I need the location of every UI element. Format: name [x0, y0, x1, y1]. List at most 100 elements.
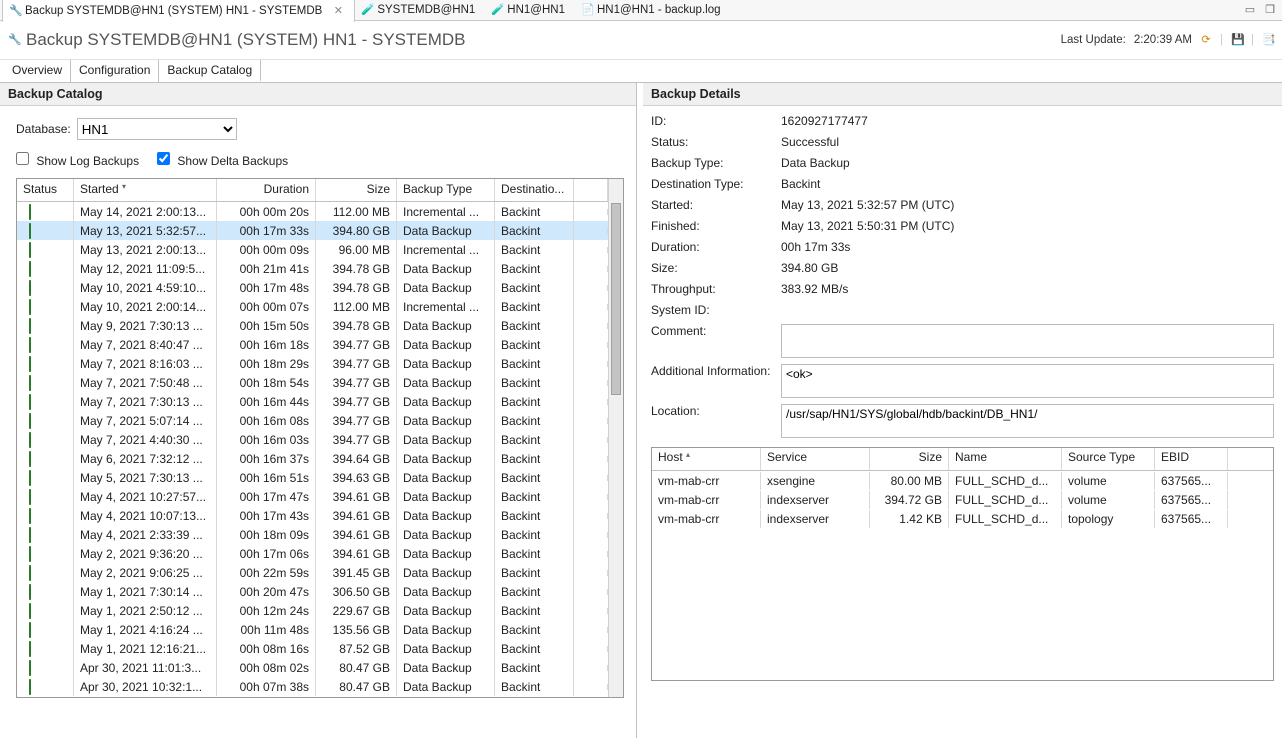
table-row[interactable]: May 7, 2021 7:50:48 ...00h 18m 54s394.77…	[17, 373, 608, 392]
table-row[interactable]: May 7, 2021 7:30:13 ...00h 16m 44s394.77…	[17, 392, 608, 411]
status-dot-icon	[29, 584, 31, 600]
db-label: Database:	[16, 122, 71, 136]
sub-tab[interactable]: Configuration	[71, 60, 159, 82]
table-row[interactable]: vm-mab-crrindexserver394.72 GBFULL_SCHD_…	[652, 490, 1273, 509]
table-row[interactable]: May 7, 2021 4:40:30 ...00h 16m 03s394.77…	[17, 430, 608, 449]
sub-tab[interactable]: Overview	[4, 60, 71, 82]
col-type[interactable]: Backup Type	[397, 179, 495, 201]
table-row[interactable]: May 5, 2021 7:30:13 ...00h 16m 51s394.63…	[17, 468, 608, 487]
maximize-icon[interactable]: ❐	[1264, 4, 1276, 16]
tab-icon: 📄	[581, 4, 593, 16]
status-dot-icon	[29, 451, 31, 467]
table-row[interactable]: May 7, 2021 8:40:47 ...00h 16m 18s394.77…	[17, 335, 608, 354]
last-update-label: Last Update:	[1061, 34, 1126, 46]
status-dot-icon	[29, 375, 31, 391]
fin-value: May 13, 2021 5:50:31 PM (UTC)	[781, 219, 1274, 233]
status-dot-icon	[29, 565, 31, 581]
table-row[interactable]: May 10, 2021 2:00:14...00h 00m 07s112.00…	[17, 297, 608, 316]
catalog-scrollbar[interactable]	[608, 179, 623, 697]
table-row[interactable]: May 7, 2021 8:16:03 ...00h 18m 29s394.77…	[17, 354, 608, 373]
minimize-icon[interactable]: ▭	[1244, 4, 1256, 16]
col-destination[interactable]: Destinatio...	[495, 179, 574, 201]
table-row[interactable]: vm-mab-crrxsengine80.00 MBFULL_SCHD_d...…	[652, 471, 1273, 490]
status-dot-icon	[29, 394, 31, 410]
size-label: Size:	[651, 261, 781, 275]
status-dot-icon	[29, 603, 31, 619]
sub-tab[interactable]: Backup Catalog	[159, 60, 261, 82]
tab-icon: 🧪	[491, 4, 503, 16]
start-value: May 13, 2021 5:32:57 PM (UTC)	[781, 198, 1274, 212]
status-dot-icon	[29, 261, 31, 277]
svc-col-service[interactable]: Service	[761, 448, 870, 470]
refresh-icon[interactable]: ⟳	[1200, 34, 1212, 46]
editor-tab[interactable]: 🧪HN1@HN1	[485, 0, 575, 21]
dur-value: 00h 17m 33s	[781, 240, 1274, 254]
status-dot-icon	[29, 527, 31, 543]
status-dot-icon	[29, 280, 31, 296]
catalog-grid[interactable]: Status Started ▾ Duration Size Backup Ty…	[16, 178, 624, 698]
editor-tab[interactable]: 🔧Backup SYSTEMDB@HN1 (SYSTEM) HN1 - SYST…	[2, 0, 355, 22]
table-row[interactable]: May 2, 2021 9:06:25 ...00h 22m 59s391.45…	[17, 563, 608, 582]
editor-tab-bar: 🔧Backup SYSTEMDB@HN1 (SYSTEM) HN1 - SYST…	[0, 0, 1282, 21]
service-grid[interactable]: Host ▴ Service Size Name Source Type EBI…	[651, 447, 1274, 681]
table-row[interactable]: Apr 30, 2021 10:32:1...00h 07m 38s80.47 …	[17, 677, 608, 696]
save-icon[interactable]: 💾	[1231, 34, 1243, 46]
show-log-checkbox[interactable]: Show Log Backups	[16, 152, 139, 168]
loc-label: Location:	[651, 404, 781, 418]
fin-label: Finished:	[651, 219, 781, 233]
table-row[interactable]: May 1, 2021 4:16:24 ...00h 11m 48s135.56…	[17, 620, 608, 639]
col-started[interactable]: Started ▾	[74, 179, 217, 201]
table-row[interactable]: May 7, 2021 5:07:14 ...00h 16m 08s394.77…	[17, 411, 608, 430]
thr-label: Throughput:	[651, 282, 781, 296]
col-status[interactable]: Status	[17, 179, 74, 201]
details-header: Backup Details	[643, 83, 1282, 106]
status-dot-icon	[29, 622, 31, 638]
svc-col-name[interactable]: Name	[949, 448, 1062, 470]
table-row[interactable]: May 4, 2021 10:07:13...00h 17m 43s394.61…	[17, 506, 608, 525]
backup-icon: 🔧	[8, 34, 20, 46]
type-value: Data Backup	[781, 156, 1274, 170]
editor-tab[interactable]: 🧪SYSTEMDB@HN1	[355, 0, 485, 21]
status-dot-icon	[29, 337, 31, 353]
props-icon[interactable]: 📑	[1262, 34, 1274, 46]
status-dot-icon	[29, 546, 31, 562]
table-row[interactable]: May 1, 2021 2:50:12 ...00h 12m 24s229.67…	[17, 601, 608, 620]
table-row[interactable]: May 13, 2021 5:32:57...00h 17m 33s394.80…	[17, 221, 608, 240]
status-dot-icon	[29, 660, 31, 676]
status-dot-icon	[29, 432, 31, 448]
catalog-header: Backup Catalog	[0, 83, 636, 106]
table-row[interactable]: Apr 30, 2021 11:01:3...00h 08m 02s80.47 …	[17, 658, 608, 677]
database-select[interactable]: HN1	[77, 118, 237, 140]
col-spare	[574, 179, 608, 201]
location-field[interactable]	[781, 404, 1274, 438]
col-size[interactable]: Size	[316, 179, 397, 201]
svc-col-size[interactable]: Size	[870, 448, 949, 470]
svc-col-host[interactable]: Host ▴	[652, 448, 761, 470]
table-row[interactable]: May 1, 2021 7:30:14 ...00h 20m 47s306.50…	[17, 582, 608, 601]
col-duration[interactable]: Duration	[217, 179, 316, 201]
com-label: Comment:	[651, 324, 781, 338]
table-row[interactable]: May 1, 2021 12:16:21...00h 08m 16s87.52 …	[17, 639, 608, 658]
type-label: Backup Type:	[651, 156, 781, 170]
svc-col-ebid[interactable]: EBID	[1155, 448, 1228, 470]
table-row[interactable]: May 10, 2021 4:59:10...00h 17m 48s394.78…	[17, 278, 608, 297]
table-row[interactable]: May 4, 2021 10:27:57...00h 17m 47s394.61…	[17, 487, 608, 506]
table-row[interactable]: May 2, 2021 9:36:20 ...00h 17m 06s394.61…	[17, 544, 608, 563]
table-row[interactable]: May 14, 2021 2:00:13...00h 00m 20s112.00…	[17, 202, 608, 221]
table-row[interactable]: May 13, 2021 2:00:13...00h 00m 09s96.00 …	[17, 240, 608, 259]
table-row[interactable]: May 6, 2021 7:32:12 ...00h 16m 37s394.64…	[17, 449, 608, 468]
svc-col-srctype[interactable]: Source Type	[1062, 448, 1155, 470]
id-label: ID:	[651, 114, 781, 128]
close-icon[interactable]: ✕	[332, 5, 344, 17]
dest-label: Destination Type:	[651, 177, 781, 191]
editor-tab[interactable]: 📄HN1@HN1 - backup.log	[575, 0, 731, 21]
dest-value: Backint	[781, 177, 1274, 191]
comment-field[interactable]	[781, 324, 1274, 358]
table-row[interactable]: May 9, 2021 7:30:13 ...00h 15m 50s394.78…	[17, 316, 608, 335]
addinfo-field[interactable]	[781, 364, 1274, 398]
table-row[interactable]: May 4, 2021 2:33:39 ...00h 18m 09s394.61…	[17, 525, 608, 544]
page-title-bar: 🔧 Backup SYSTEMDB@HN1 (SYSTEM) HN1 - SYS…	[0, 21, 1282, 60]
table-row[interactable]: vm-mab-crrindexserver1.42 KBFULL_SCHD_d.…	[652, 509, 1273, 528]
table-row[interactable]: May 12, 2021 11:09:5...00h 21m 41s394.78…	[17, 259, 608, 278]
show-delta-checkbox[interactable]: Show Delta Backups	[157, 152, 288, 168]
